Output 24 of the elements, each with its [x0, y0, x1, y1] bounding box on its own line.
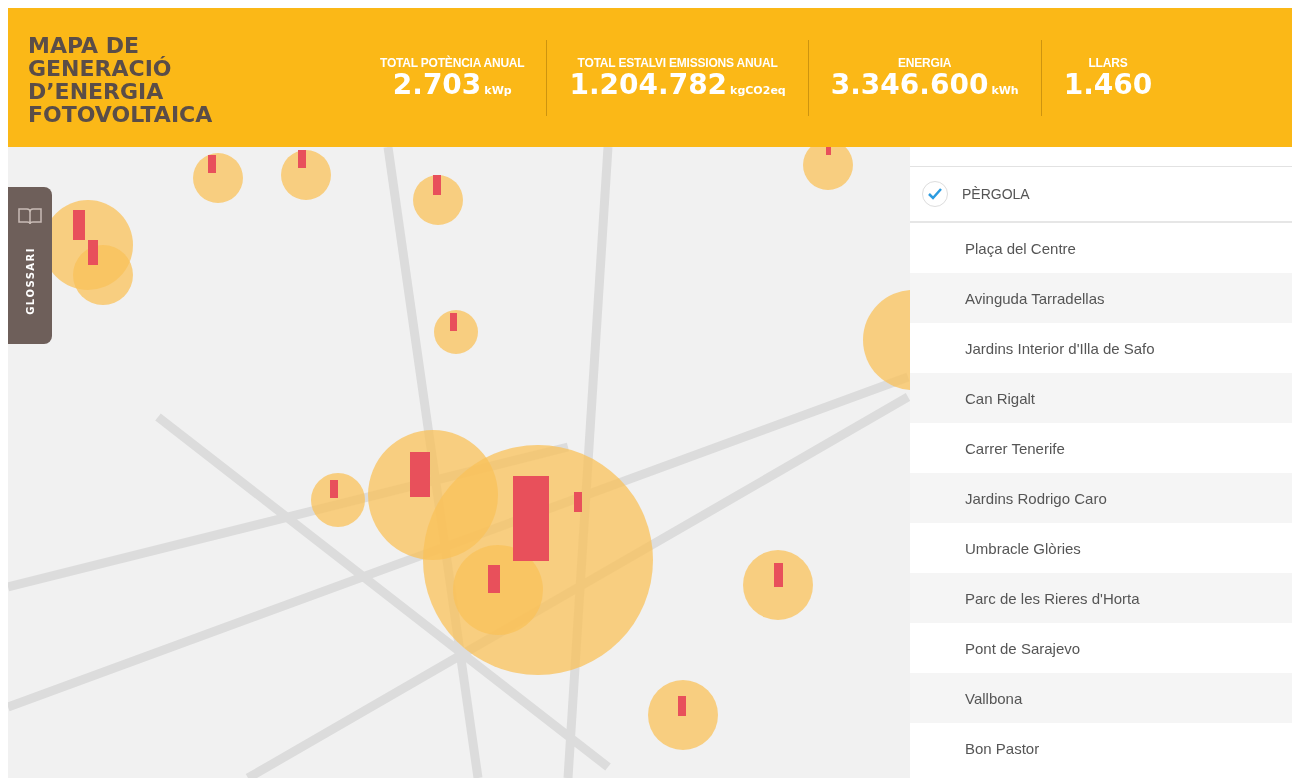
- check-icon: [928, 188, 942, 200]
- place-list-item[interactable]: Vallbona: [910, 673, 1292, 723]
- place-list-item[interactable]: Jardins Rodrigo Caro: [910, 473, 1292, 523]
- glossary-tab[interactable]: GLOSSARI: [8, 187, 52, 344]
- stat-value: 2.703: [392, 67, 482, 101]
- category-label: PÈRGOLA: [962, 186, 1030, 202]
- place-list-item[interactable]: Parc de les Rieres d'Horta: [910, 573, 1292, 623]
- stat-value: 1.204.782: [569, 67, 728, 101]
- map-drawing[interactable]: [8, 147, 910, 778]
- place-list-item[interactable]: Avinguda Tarradellas: [910, 273, 1292, 323]
- page-title: MAPA DE GENERACIÓ D’ENERGIA FOTOVOLTAICA: [28, 31, 214, 126]
- stat-value: 1.460: [1063, 67, 1153, 101]
- stat-label: ENERGIA: [898, 55, 952, 70]
- stat-unit: kgCO2eq: [730, 83, 786, 97]
- book-icon: [18, 207, 42, 225]
- place-list-item[interactable]: Can Rigalt: [910, 373, 1292, 423]
- stat-unit: kWh: [991, 83, 1019, 97]
- stat-value: 3.346.600: [830, 67, 989, 101]
- glossary-label: GLOSSARI: [24, 247, 36, 315]
- stat-label: TOTAL POTÈNCIA ANUAL: [380, 55, 525, 70]
- stat-label: LLARS: [1088, 55, 1128, 70]
- stat-unit: kWp: [484, 83, 512, 97]
- checkbox[interactable]: [922, 181, 948, 207]
- stat-label: TOTAL ESTALVI EMISSIONS ANUAL: [577, 55, 778, 70]
